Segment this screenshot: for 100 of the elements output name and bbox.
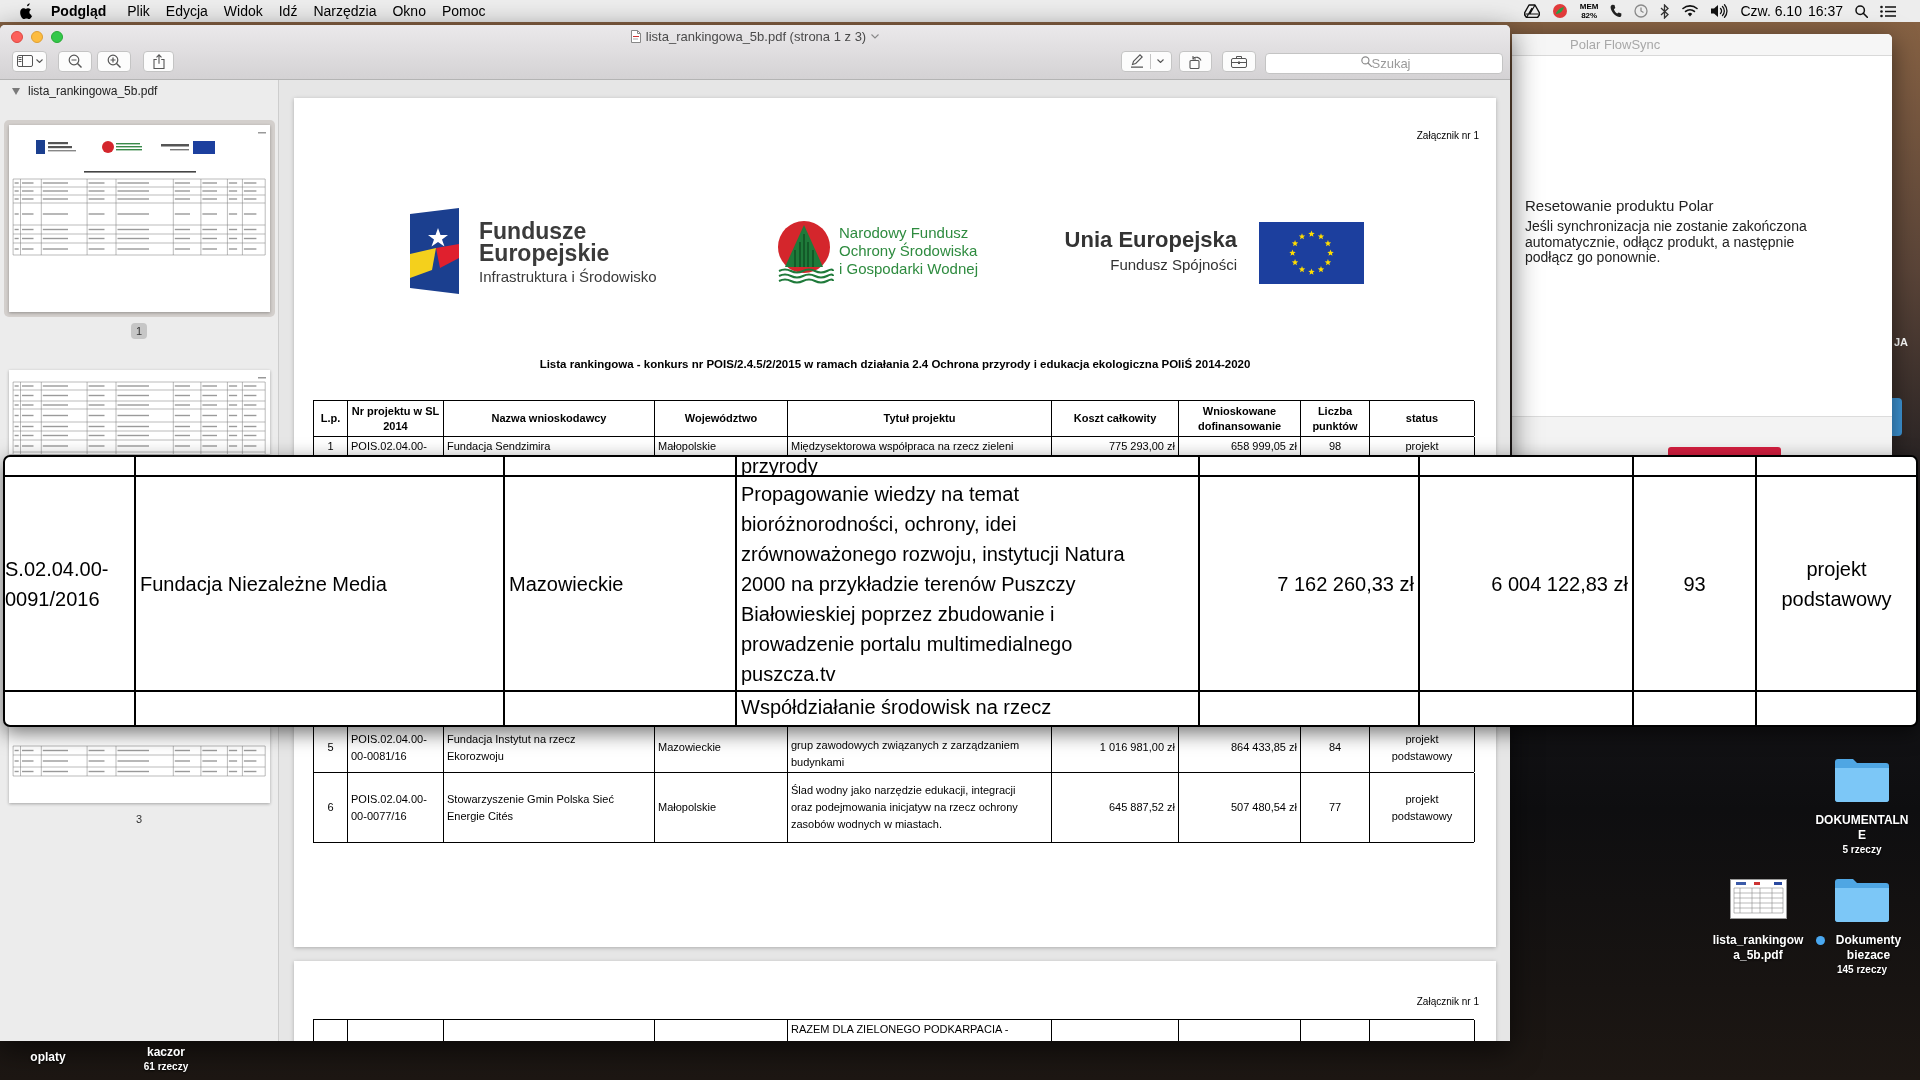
folder-icon[interactable] — [1833, 876, 1891, 923]
zoom-out-icon — [68, 54, 82, 69]
tile-icon[interactable] — [1892, 398, 1902, 436]
circle-badge-icon[interactable] — [1551, 3, 1568, 19]
applicant-name: Fundacja Niezależne Media — [140, 571, 387, 597]
menu-item[interactable]: Widok — [215, 0, 271, 22]
zoom-in-button[interactable] — [97, 50, 131, 72]
column-header: Tytuł projektu — [883, 411, 956, 426]
total-cost: 7 162 260,33 zł — [1277, 571, 1414, 597]
menu-item[interactable]: Okno — [384, 0, 434, 22]
list-icon[interactable] — [1880, 4, 1896, 18]
star-flag-icon — [1259, 222, 1364, 284]
column-header: Liczba punktów — [1312, 403, 1358, 434]
disclosure-triangle-icon[interactable] — [12, 87, 20, 95]
column-header: Nr projektu w SL 2014 — [351, 403, 440, 434]
logo-subtitle: Fundusz Spójności — [1110, 256, 1237, 274]
column-header: Województwo — [684, 411, 758, 426]
caret-icon — [1156, 59, 1164, 64]
icon-label[interactable]: Dokumenty biezace — [1828, 933, 1909, 963]
rotate-button[interactable] — [1179, 50, 1212, 72]
menu-item[interactable]: Narzędzia — [305, 0, 385, 22]
share-icon — [152, 53, 165, 69]
pen-icon — [1129, 54, 1144, 69]
project-number: POIS.02.04.00- 00-0081/16 — [351, 731, 427, 764]
score: 93 — [1683, 571, 1706, 597]
menu-item[interactable]: Pomoc — [433, 0, 494, 22]
message-text: Jeśli synchronizacja nie zostanie zakończona automatycznie, odłącz produkt, a następnie podłącz go ponownie. — [1525, 219, 1808, 266]
caret-icon — [35, 59, 43, 64]
project-number: POIS.02.04.00- — [351, 439, 427, 454]
window-title: lista_rankingowa_5b.pdf (strona 1 z 3) — [645, 28, 867, 46]
wifi-icon[interactable] — [1682, 5, 1699, 17]
project-status: projekt podstawowy — [1781, 556, 1892, 612]
sidebar-toggle-button[interactable] — [12, 50, 47, 72]
score: 77 — [1328, 800, 1342, 815]
row-number: 1 — [327, 439, 334, 454]
applicant-name: Stowarzyszenie Gmin Polska Sieć Energie Cités — [447, 791, 614, 824]
flag-emblem-icon — [410, 208, 459, 294]
triangle-icon[interactable] — [1523, 4, 1540, 18]
icon-label[interactable]: DOKUMENTALNE — [1814, 813, 1910, 843]
memory-label: MEM — [1579, 2, 1599, 11]
project-title: Międzysektorowa współpraca na rzecz zieleni — [791, 439, 1014, 454]
region-name: Małopolskie — [658, 439, 717, 454]
clock-icon[interactable] — [1634, 4, 1649, 18]
chevron-icon[interactable] — [871, 34, 880, 40]
document-thumbnail-icon[interactable] — [1729, 879, 1787, 919]
region-name: Mazowieckie — [509, 571, 624, 597]
apple-icon[interactable] — [20, 3, 34, 19]
page-number-label: 3 — [134, 812, 144, 827]
file-name: lista_rankingowa_5b.pdf — [28, 83, 158, 100]
project-title: Propagowanie wiedzy na temat bioróżnorodności, ochrony, idei zrównoważonego rozwoju, instytucji Natura 2000 na przykładzie terenów Puszczy Białowieskiej poprzez zbudowanie i prowadzenie portalu multimedialnego puszcza.tv — [741, 481, 1125, 687]
message-heading: Resetowanie produktu Polar — [1525, 197, 1714, 215]
region-name: Mazowieckie — [658, 740, 721, 755]
row-number: 5 — [327, 740, 334, 755]
column-header: Wnioskowane dofinansowanie — [1197, 403, 1282, 434]
search-icon — [1361, 55, 1372, 67]
menu-item[interactable]: Plik — [119, 0, 158, 22]
applicant-name: Fundacja Sendzimira — [447, 439, 551, 454]
search-field[interactable]: Szukaj — [1265, 52, 1503, 74]
logo-wordmark: Unia Europejska — [1064, 229, 1237, 251]
search-icon[interactable] — [1855, 4, 1868, 18]
annex-label: Załącznik nr 1 — [1416, 130, 1479, 142]
project-title: RAZEM DLA ZIELONEGO PODKARPACIA - — [791, 1022, 1009, 1037]
annex-label: Załącznik nr 1 — [1416, 996, 1479, 1008]
item-count: 145 rzeczy — [1836, 963, 1887, 976]
menu-item[interactable]: Edycja — [157, 0, 216, 22]
applicant-name: Fundacja Instytut na rzecz Ekorozwoju — [447, 731, 576, 764]
speaker-icon[interactable] — [1710, 4, 1729, 18]
window-title: Polar FlowSync — [1570, 35, 1661, 54]
menu-item[interactable]: Podgląd — [51, 0, 120, 22]
icon-label[interactable]: oplaty — [30, 1050, 66, 1065]
share-button[interactable] — [143, 50, 174, 72]
zoom-in-icon — [107, 54, 121, 69]
logo-subtitle: Infrastruktura i Środowisko — [479, 267, 657, 287]
project-title: grup zawodowych związanych z zarządzaniem budynkami — [791, 738, 1020, 770]
column-header: Koszt całkowity — [1073, 411, 1157, 426]
total-cost: 1 016 981,00 zł — [1099, 740, 1175, 755]
toolbox-button[interactable] — [1222, 50, 1256, 72]
markup-button[interactable] — [1121, 50, 1172, 72]
logo-wordmark: Fundusze — [479, 220, 587, 242]
project-status: projekt — [1405, 439, 1439, 454]
score: 84 — [1328, 740, 1342, 755]
memory-value: 82% — [1581, 11, 1598, 20]
close-button[interactable] — [11, 30, 23, 43]
requested-amount: 864 433,85 zł — [1230, 740, 1297, 755]
project-number: POIS.02.04.00- 00-0077/16 — [351, 791, 427, 824]
menu-item[interactable]: Idź — [270, 0, 306, 22]
icon-label[interactable]: kaczor — [147, 1045, 185, 1060]
project-title: przyrody — [741, 457, 818, 475]
phone-icon[interactable] — [1610, 4, 1623, 18]
project-title: Ślad wodny jako narzędzie edukacji, integracji oraz podejmowania inicjatyw na rzecz ochrony zasobów wodnych w miastach. — [791, 783, 1018, 832]
project-number: S.02.04.00- 0091/2016 — [5, 556, 109, 612]
project-title: Współdziałanie środowisk na rzecz — [741, 695, 1052, 720]
region-name: Małopolskie — [658, 800, 717, 815]
icon-label[interactable]: lista_rankingowa_5b.pdf — [1710, 933, 1806, 963]
folder-icon[interactable] — [1833, 756, 1891, 803]
total-cost: 645 887,52 zł — [1108, 800, 1175, 815]
zoom-out-button[interactable] — [58, 50, 92, 72]
menu-time[interactable]: 16:37 — [1807, 0, 1843, 22]
menu-date[interactable]: Czw. 6.10 — [1740, 0, 1802, 22]
bluetooth-icon[interactable] — [1660, 3, 1671, 19]
